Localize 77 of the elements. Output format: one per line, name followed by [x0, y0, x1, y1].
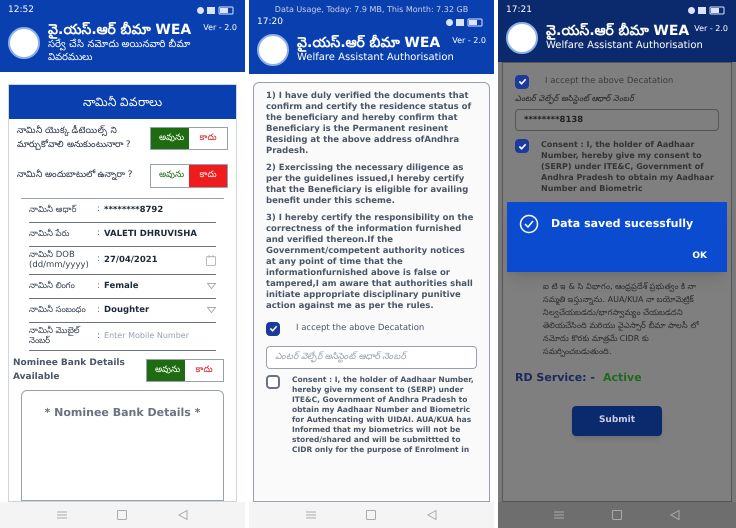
field-value: 27/04/2021: [104, 254, 159, 266]
home-icon[interactable]: [612, 510, 622, 520]
field-label: నామినీ లింగం: [29, 280, 76, 292]
submit-button[interactable]: Submit: [572, 406, 662, 436]
rd-service-status: Active: [602, 370, 642, 386]
calendar-icon[interactable]: [206, 254, 216, 266]
checkbox[interactable]: [515, 139, 529, 154]
rd-service-label: RD Service: -: [515, 370, 595, 386]
toggle-option[interactable]: అవును: [147, 360, 185, 382]
home-icon[interactable]: [366, 510, 376, 520]
checkbox[interactable]: [266, 322, 280, 336]
status-time: 17:20: [257, 16, 283, 29]
field-label: నామినీ DOB (dd/mm/yyyy): [29, 250, 90, 271]
status-time: 12:52: [8, 4, 34, 17]
logo-icon: [257, 34, 289, 66]
checkbox[interactable]: [266, 375, 280, 389]
home-icon[interactable]: [117, 510, 128, 520]
aadhaar-input[interactable]: ఎంటర్ వెల్ఫేర్ అసిస్టెంట్ ఆధార్ నెంబర్: [266, 346, 477, 369]
toggle-option[interactable]: కాదు: [189, 165, 227, 186]
notification-text: Data Usage, Today: 7.9 MB, This Month: 7.32 GB: [274, 4, 470, 16]
field-value: Female: [104, 280, 140, 293]
aadhaar-label: ఎంటర్ వెల్ఫేర్ అసిస్టెంట్ ఆధార్ నెంబర్: [515, 92, 636, 104]
app-title: వై.యస్.ఆర్ బీమా WEA: [48, 22, 192, 39]
check-icon: [268, 324, 278, 333]
version-label: Ver - 2.0: [203, 22, 237, 34]
back-icon[interactable]: [670, 510, 680, 520]
dropdown-icon[interactable]: [207, 307, 216, 314]
accept-label: I accept the above Decatation: [296, 322, 424, 335]
field-label: నామినీ మొబైల్ నెంబర్: [29, 326, 82, 347]
version-label: Ver - 2.0: [694, 22, 728, 34]
app-title: వై.యస్.ఆర్ బీమా WEA: [297, 34, 440, 52]
field-value: ********8792: [104, 204, 164, 216]
dialog-message: Data saved sucessfully: [551, 216, 694, 232]
field-label: నామినీ సంబంధం: [29, 304, 87, 316]
card-title: నామినీ వివరాలు: [9, 85, 236, 119]
logo-icon: [506, 22, 538, 54]
menu-icon[interactable]: [306, 511, 316, 519]
menu-icon[interactable]: [57, 511, 68, 519]
question-text: Nominee Bank Details Available: [13, 357, 126, 384]
check-circle-icon: [519, 214, 539, 234]
menu-icon[interactable]: [554, 511, 564, 519]
check-icon: [518, 77, 526, 86]
app-title: వై.యస్.ఆర్ బీమా WEA: [546, 22, 690, 40]
colon: :: [97, 203, 100, 216]
declaration-paragraph: 1) I have duly verified the documents that confirm and certify the residence status of the beneficiary and hereby confirm that Beneficiary is the Permanent resinent Residing at the above address ofAndhra Pradesh.: [266, 90, 472, 156]
question-text: నామినీ అందుబాటులో ఉన్నారా ?: [17, 169, 134, 182]
section-title: * Nominee Bank Details *: [44, 406, 200, 419]
field-label: నామినీ ఆధార్: [29, 204, 78, 216]
colon: :: [97, 330, 100, 343]
consent-telugu-text: ఐ టి ఇ & సి విభాగం, ఆంధ్రప్రదేశ్ ప్రభుత్వం కి నా సమ్మతి ఇస్తున్నాను. AUA/KUA నా బయోమెట్రిక్ నిల్వచేయబడదు/భాగస్వామ్యం చేయబడదని తెలియచేసింది మరియు వైఎస్సార్ బీమా పాలసీ లో నమోదు కొరకు మాత్రమే CIDR కు సమర్పించబడుతుంది.: [542, 280, 700, 358]
back-icon[interactable]: [178, 510, 188, 520]
ok-button[interactable]: OK: [684, 250, 715, 264]
app-subtitle: Welfare Assistant Authorisation: [297, 52, 455, 64]
colon: :: [97, 227, 100, 240]
accept-label: I accept the above Decatation: [545, 75, 674, 88]
checkbox[interactable]: [515, 74, 529, 88]
consent-text: Consent : I, the holder of Aadhaar Number, hereby give my consent to (SERP) under ITE&C, Government of Andhra Pradesh to obtain my Aadhaar Number and Biometric: [541, 139, 715, 194]
colon: :: [97, 280, 100, 292]
declaration-paragraph: 3) I hereby certify the responsibility on the correctness of the information furnished and verified thereon.If the Government/competent authority notices at any point of time that the informationfurnished above is false or tampered,I am aware that authorities shall initiate appropriate disciplinary punitive action against me as per the rules.: [266, 212, 474, 312]
toggle-option[interactable]: అవును: [151, 128, 189, 150]
aadhaar-input[interactable]: ********8138: [515, 108, 719, 132]
app-subtitle: Welfare Assistant Authorisation: [546, 40, 704, 52]
status-time: 17:21: [506, 4, 532, 17]
back-icon[interactable]: [426, 510, 437, 520]
logo-icon: [8, 26, 40, 59]
check-icon: [518, 142, 526, 151]
field-value: VALETI DHRUVISHA: [104, 228, 198, 240]
dropdown-icon[interactable]: [207, 283, 216, 290]
mobile-input[interactable]: Enter Mobile Number: [104, 330, 216, 342]
question-text: నామినీ యొక్క డీటెయిల్స్ ని మార్చుకోవాలి అనుకుంటునారా ?: [17, 125, 132, 152]
colon: :: [97, 304, 100, 316]
app-subtitle: సర్వే చేసి నమోదు అయినవారి బీమా వివరములు: [48, 39, 192, 64]
field-label: నామినీ పేరు: [29, 228, 71, 240]
version-label: Ver - 2.0: [452, 34, 486, 46]
declaration-paragraph: 2) Exercissing the necessary diligence as per the guidelines issued,I hereby certify that the Beneficiary is eligible for availing benefit under this scheme.: [266, 162, 470, 206]
field-value: Doughter: [104, 304, 150, 317]
colon: :: [97, 253, 100, 266]
